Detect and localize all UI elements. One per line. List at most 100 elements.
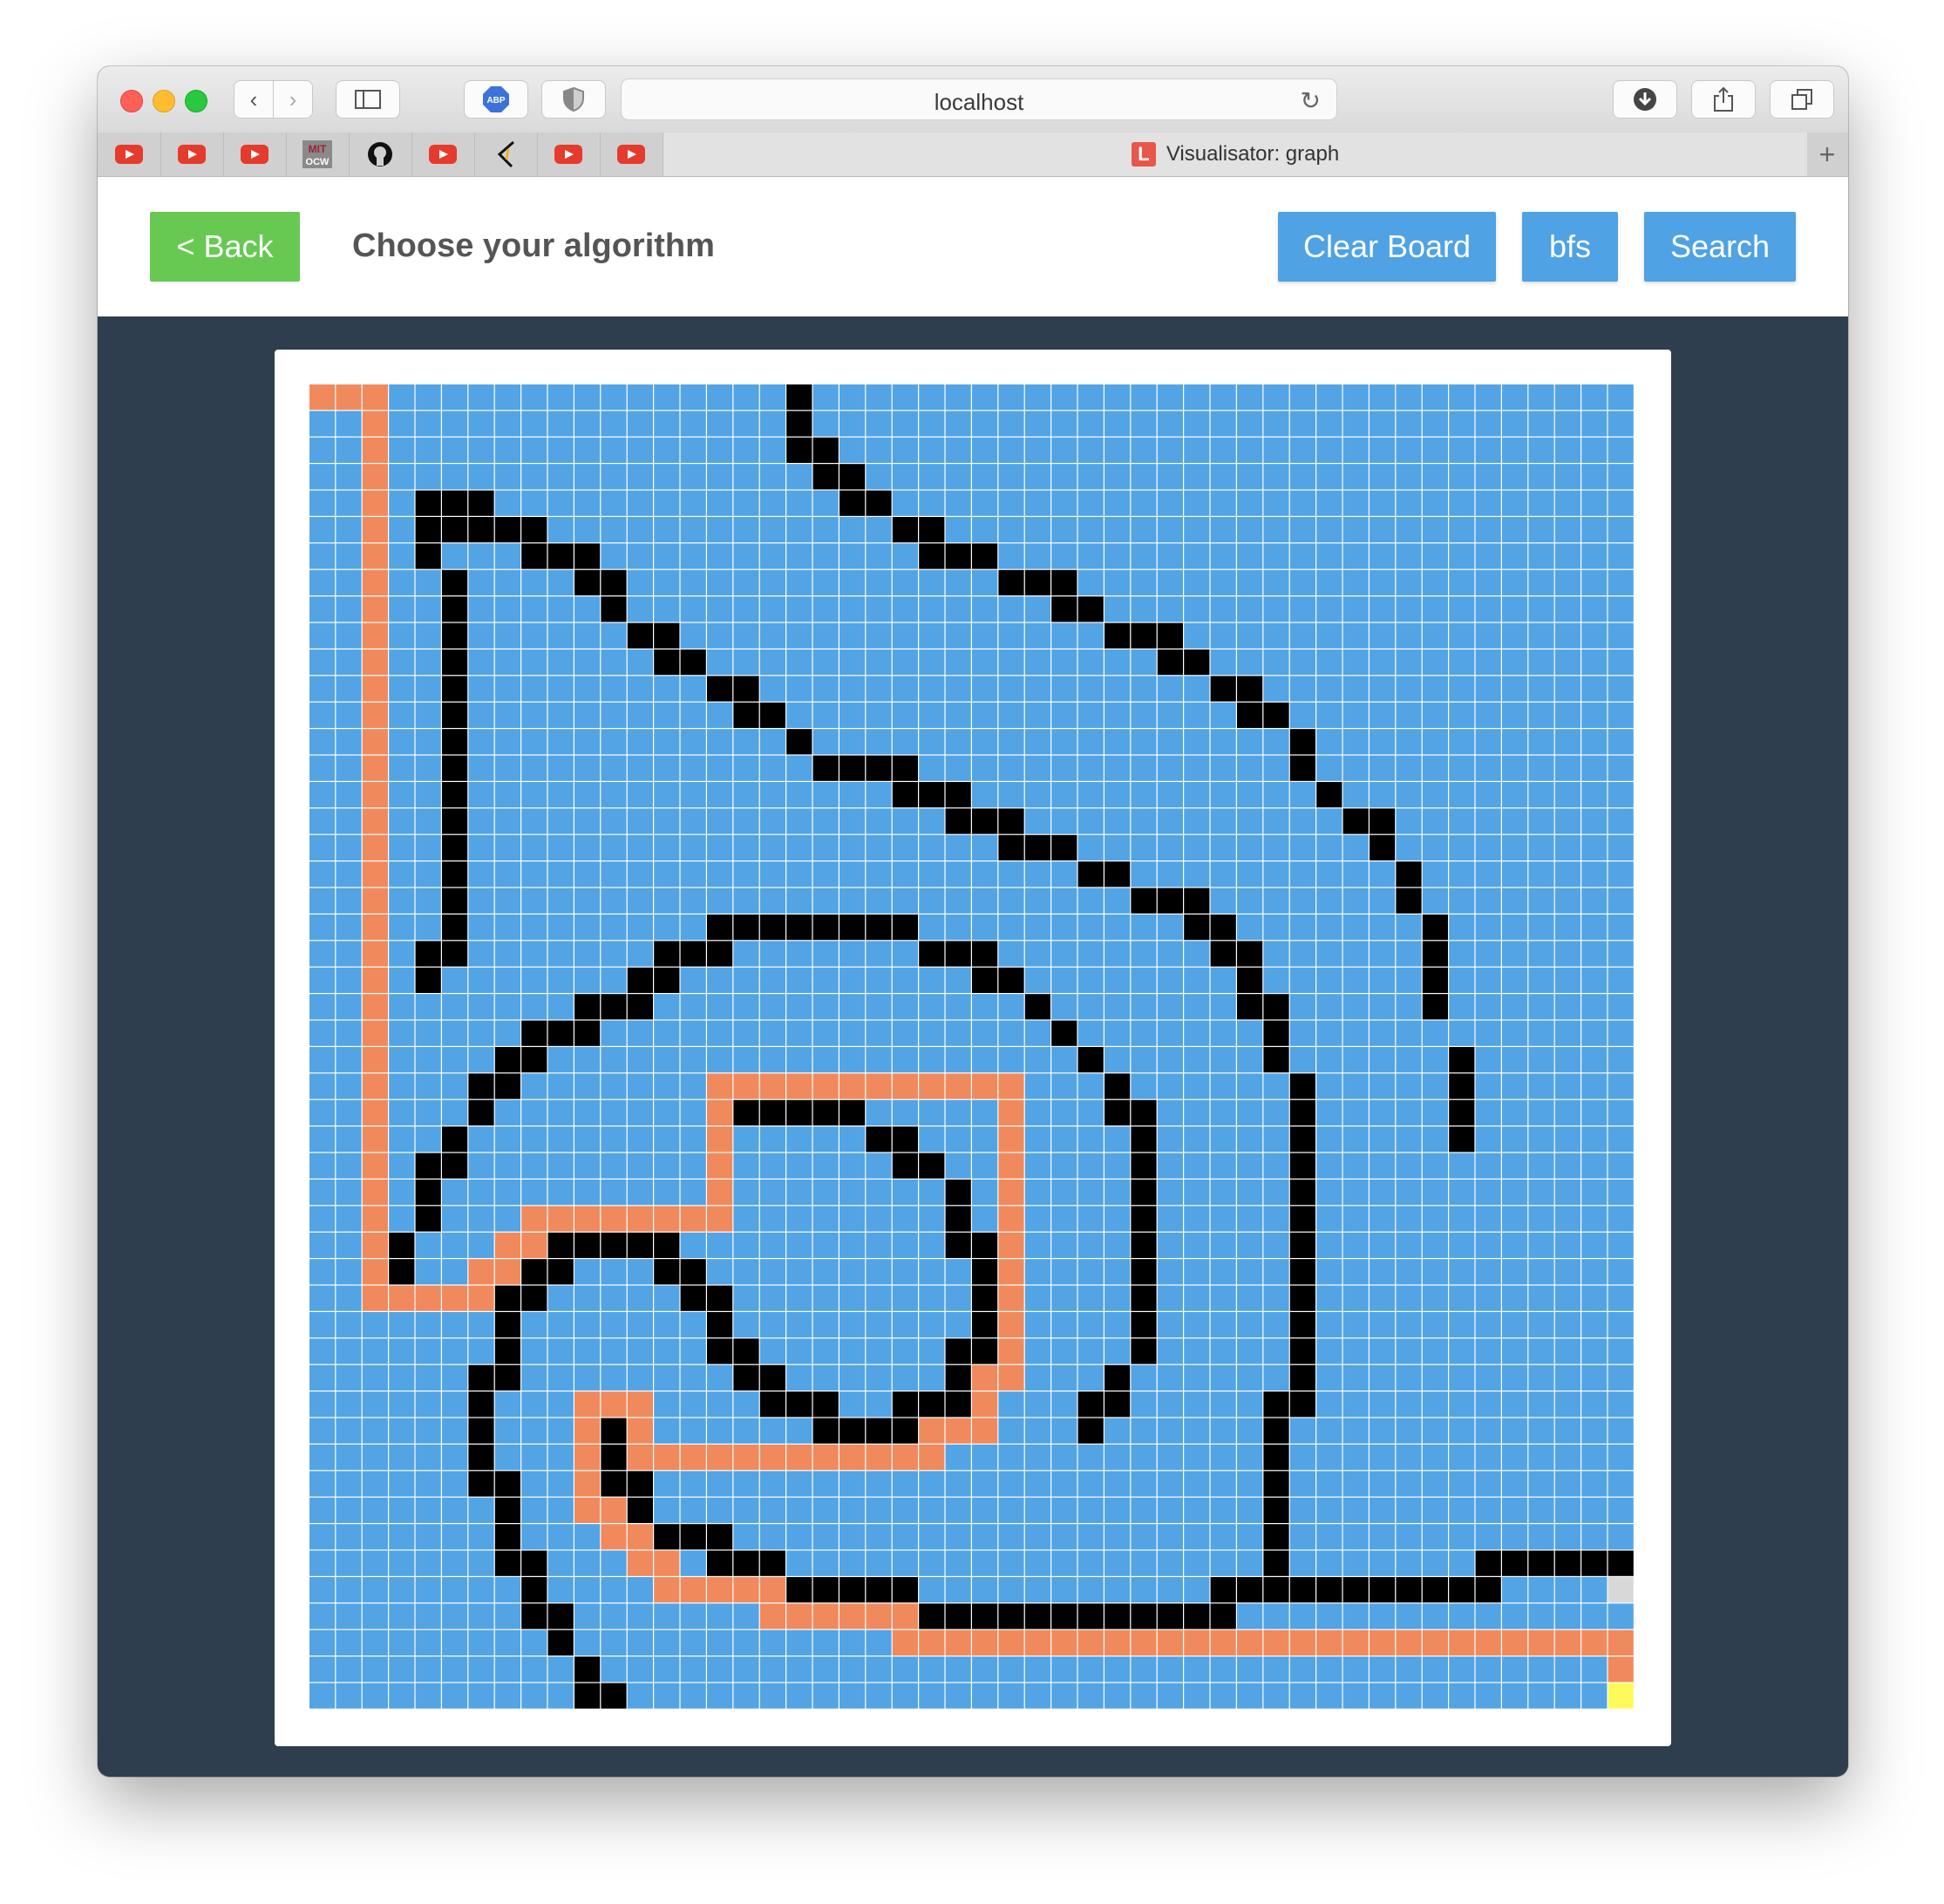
grid-cell-empty[interactable] (1105, 676, 1131, 702)
grid-cell-empty[interactable] (1105, 1683, 1131, 1709)
grid-cell-empty[interactable] (1475, 676, 1501, 702)
grid-cell-wall[interactable] (945, 1603, 971, 1629)
grid-cell-empty[interactable] (1316, 676, 1342, 702)
grid-cell-empty[interactable] (521, 1524, 547, 1550)
grid-cell-empty[interactable] (998, 1524, 1024, 1550)
grid-cell-empty[interactable] (1342, 861, 1369, 887)
grid-cell-empty[interactable] (1502, 490, 1528, 516)
grid-cell-wall[interactable] (1263, 1471, 1289, 1497)
reload-icon[interactable]: ↻ (1301, 86, 1321, 115)
grid-cell-empty[interactable] (468, 1126, 494, 1153)
grid-cell-empty[interactable] (1422, 1603, 1448, 1629)
grid-cell-empty[interactable] (1554, 1099, 1580, 1125)
grid-cell-wall[interactable] (601, 1445, 627, 1471)
grid-cell-empty[interactable] (1608, 569, 1634, 595)
grid-cell-wall[interactable] (521, 1020, 547, 1046)
grid-cell-empty[interactable] (1184, 1153, 1210, 1179)
grid-cell-empty[interactable] (998, 1047, 1024, 1073)
grid-cell-empty[interactable] (1157, 676, 1183, 702)
grid-cell-empty[interactable] (654, 915, 680, 941)
grid-cell-empty[interactable] (972, 384, 998, 411)
grid-cell-empty[interactable] (1263, 1126, 1289, 1153)
grid-cell-empty[interactable] (362, 1577, 388, 1603)
grid-cell-empty[interactable] (1449, 1418, 1475, 1444)
grid-cell-path[interactable] (362, 1180, 388, 1206)
grid-cell-empty[interactable] (309, 1391, 336, 1418)
grid-cell-empty[interactable] (998, 1391, 1024, 1418)
grid-cell-path[interactable] (627, 1524, 653, 1550)
grid-cell-empty[interactable] (309, 676, 336, 702)
grid-cell-wall[interactable] (1105, 622, 1131, 649)
grid-cell-empty[interactable] (389, 915, 415, 941)
grid-cell-empty[interactable] (1105, 490, 1131, 516)
grid-cell-empty[interactable] (1237, 1471, 1263, 1497)
grid-cell-empty[interactable] (680, 808, 706, 834)
grid-cell-empty[interactable] (1342, 1047, 1369, 1073)
grid-cell-empty[interactable] (1316, 1683, 1342, 1709)
grid-cell-empty[interactable] (309, 1259, 336, 1285)
grid-cell-empty[interactable] (336, 569, 362, 595)
bookmark-youtube-6[interactable] (600, 133, 663, 176)
grid-cell-empty[interactable] (627, 755, 653, 781)
grid-cell-empty[interactable] (866, 1180, 892, 1206)
tab-overview-button[interactable] (1770, 80, 1834, 119)
grid-cell-empty[interactable] (468, 1232, 494, 1258)
grid-cell-empty[interactable] (1342, 1259, 1369, 1285)
grid-cell-wall[interactable] (574, 1232, 601, 1258)
grid-cell-empty[interactable] (547, 1338, 574, 1364)
grid-cell-empty[interactable] (919, 967, 945, 993)
grid-cell-empty[interactable] (362, 1312, 388, 1338)
grid-cell-empty[interactable] (601, 1312, 627, 1338)
grid-cell-empty[interactable] (494, 915, 520, 941)
grid-cell-empty[interactable] (1184, 808, 1210, 834)
grid-cell-empty[interactable] (839, 887, 866, 914)
grid-cell-empty[interactable] (1528, 1445, 1554, 1471)
grid-cell-empty[interactable] (919, 1285, 945, 1311)
grid-cell-empty[interactable] (1157, 834, 1183, 860)
grid-cell-empty[interactable] (1024, 411, 1050, 437)
grid-cell-empty[interactable] (1608, 543, 1634, 569)
grid-cell-empty[interactable] (972, 569, 998, 595)
grid-cell-empty[interactable] (1105, 1471, 1131, 1497)
grid-cell-empty[interactable] (494, 834, 520, 860)
grid-cell-wall[interactable] (1422, 967, 1448, 993)
grid-cell-empty[interactable] (759, 384, 785, 411)
grid-cell-empty[interactable] (1210, 1550, 1236, 1576)
grid-cell-empty[interactable] (759, 967, 785, 993)
grid-cell-empty[interactable] (1449, 702, 1475, 728)
grid-cell-empty[interactable] (442, 994, 468, 1020)
grid-cell-empty[interactable] (759, 1524, 785, 1550)
grid-cell-empty[interactable] (1528, 1524, 1554, 1550)
grid-cell-empty[interactable] (336, 517, 362, 543)
grid-cell-empty[interactable] (336, 1126, 362, 1153)
grid-cell-empty[interactable] (1263, 464, 1289, 490)
grid-cell-wall[interactable] (1024, 834, 1050, 860)
grid-cell-empty[interactable] (1316, 1047, 1342, 1073)
grid-cell-empty[interactable] (1263, 808, 1289, 834)
grid-cell-empty[interactable] (1157, 1445, 1183, 1471)
grid-cell-empty[interactable] (866, 1338, 892, 1364)
grid-cell-empty[interactable] (1396, 411, 1422, 437)
search-button[interactable]: Search (1644, 212, 1796, 282)
grid-cell-empty[interactable] (1554, 1364, 1580, 1391)
grid-cell-empty[interactable] (812, 517, 839, 543)
grid-cell-empty[interactable] (733, 1259, 759, 1285)
grid-cell-empty[interactable] (1024, 1180, 1050, 1206)
grid-cell-empty[interactable] (998, 1418, 1024, 1444)
grid-cell-empty[interactable] (309, 1206, 336, 1232)
grid-cell-empty[interactable] (972, 729, 998, 755)
grid-cell-wall[interactable] (1475, 1577, 1501, 1603)
grid-cell-wall[interactable] (1051, 596, 1077, 622)
grid-cell-empty[interactable] (521, 834, 547, 860)
grid-cell-empty[interactable] (680, 1629, 706, 1656)
grid-cell-empty[interactable] (627, 1126, 653, 1153)
grid-cell-empty[interactable] (601, 1259, 627, 1285)
grid-cell-empty[interactable] (1370, 1259, 1396, 1285)
grid-cell-empty[interactable] (336, 622, 362, 649)
grid-cell-empty[interactable] (627, 1603, 653, 1629)
grid-cell-empty[interactable] (1316, 1391, 1342, 1418)
grid-cell-empty[interactable] (601, 464, 627, 490)
grid-cell-path[interactable] (759, 1445, 785, 1471)
grid-cell-empty[interactable] (442, 1259, 468, 1285)
grid-cell-empty[interactable] (1184, 622, 1210, 649)
